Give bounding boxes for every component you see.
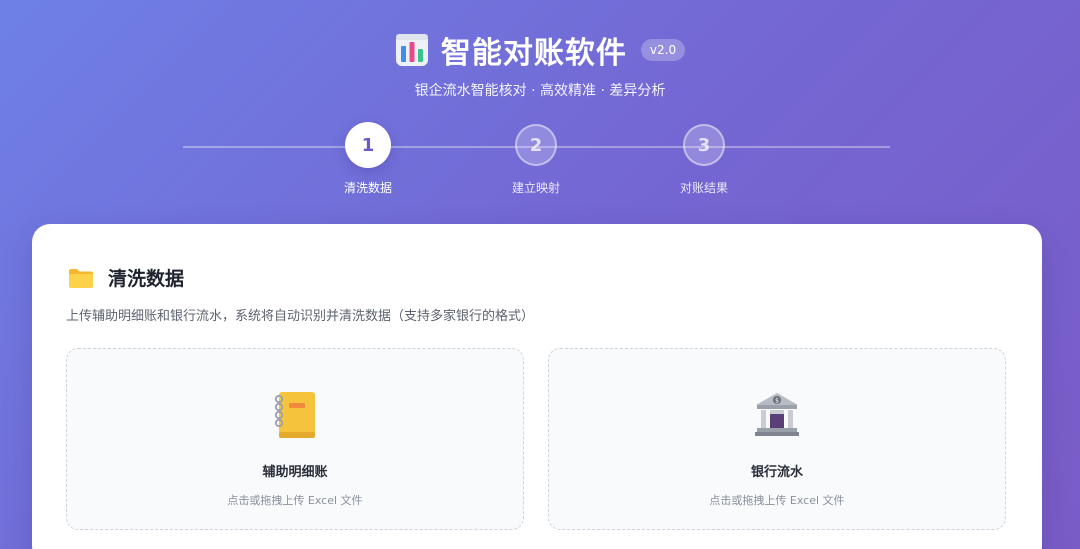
- upload-zone-hint: 点击或拖拽上传 Excel 文件: [709, 494, 845, 507]
- step-reconcile-result[interactable]: 3 对账结果: [654, 122, 754, 196]
- section-description: 上传辅助明细账和银行流水，系统将自动识别并清洗数据（支持多家银行的格式）: [66, 309, 535, 324]
- app-subtitle: 银企流水智能核对 · 高效精准 · 差异分析: [414, 83, 666, 99]
- step-clean-data[interactable]: 1 清洗数据: [318, 122, 418, 196]
- upload-bank-statement-zone[interactable]: $ 银行流水 点击或拖拽上传 Excel 文件: [548, 348, 1006, 530]
- step-label: 清洗数据: [343, 181, 392, 195]
- bank-icon: $: [752, 389, 802, 441]
- step-label: 对账结果: [679, 181, 728, 195]
- step-number: 1: [345, 122, 391, 168]
- title-row: 智能对账软件 v2.0: [0, 28, 1080, 72]
- upload-zone-hint: 点击或拖拽上传 Excel 文件: [227, 494, 363, 507]
- notebook-icon: [270, 389, 320, 441]
- step-label: 建立映射: [511, 181, 560, 195]
- app-header: 智能对账软件 v2.0 银企流水智能核对 · 高效精准 · 差异分析 1 清洗数…: [0, 0, 1080, 220]
- app-title: 智能对账软件: [440, 36, 627, 71]
- version-badge: v2.0: [640, 39, 686, 61]
- upload-zone-title: 辅助明细账: [262, 465, 328, 480]
- section-header: 清洗数据: [68, 264, 184, 291]
- upload-ledger-zone[interactable]: 辅助明细账 点击或拖拽上传 Excel 文件: [66, 348, 524, 530]
- folder-icon: [68, 267, 94, 289]
- bar-chart-icon: [395, 33, 429, 67]
- upload-zone-title: 银行流水: [750, 465, 803, 480]
- step-build-mapping[interactable]: 2 建立映射: [486, 122, 586, 196]
- svg-text:$: $: [775, 398, 779, 405]
- main-card: 清洗数据 上传辅助明细账和银行流水，系统将自动识别并清洗数据（支持多家银行的格式…: [32, 224, 1042, 549]
- step-number: 2: [515, 124, 557, 166]
- step-number: 3: [683, 124, 725, 166]
- stepper: 1 清洗数据 2 建立映射 3 对账结果: [0, 122, 1080, 202]
- section-title: 清洗数据: [108, 268, 185, 290]
